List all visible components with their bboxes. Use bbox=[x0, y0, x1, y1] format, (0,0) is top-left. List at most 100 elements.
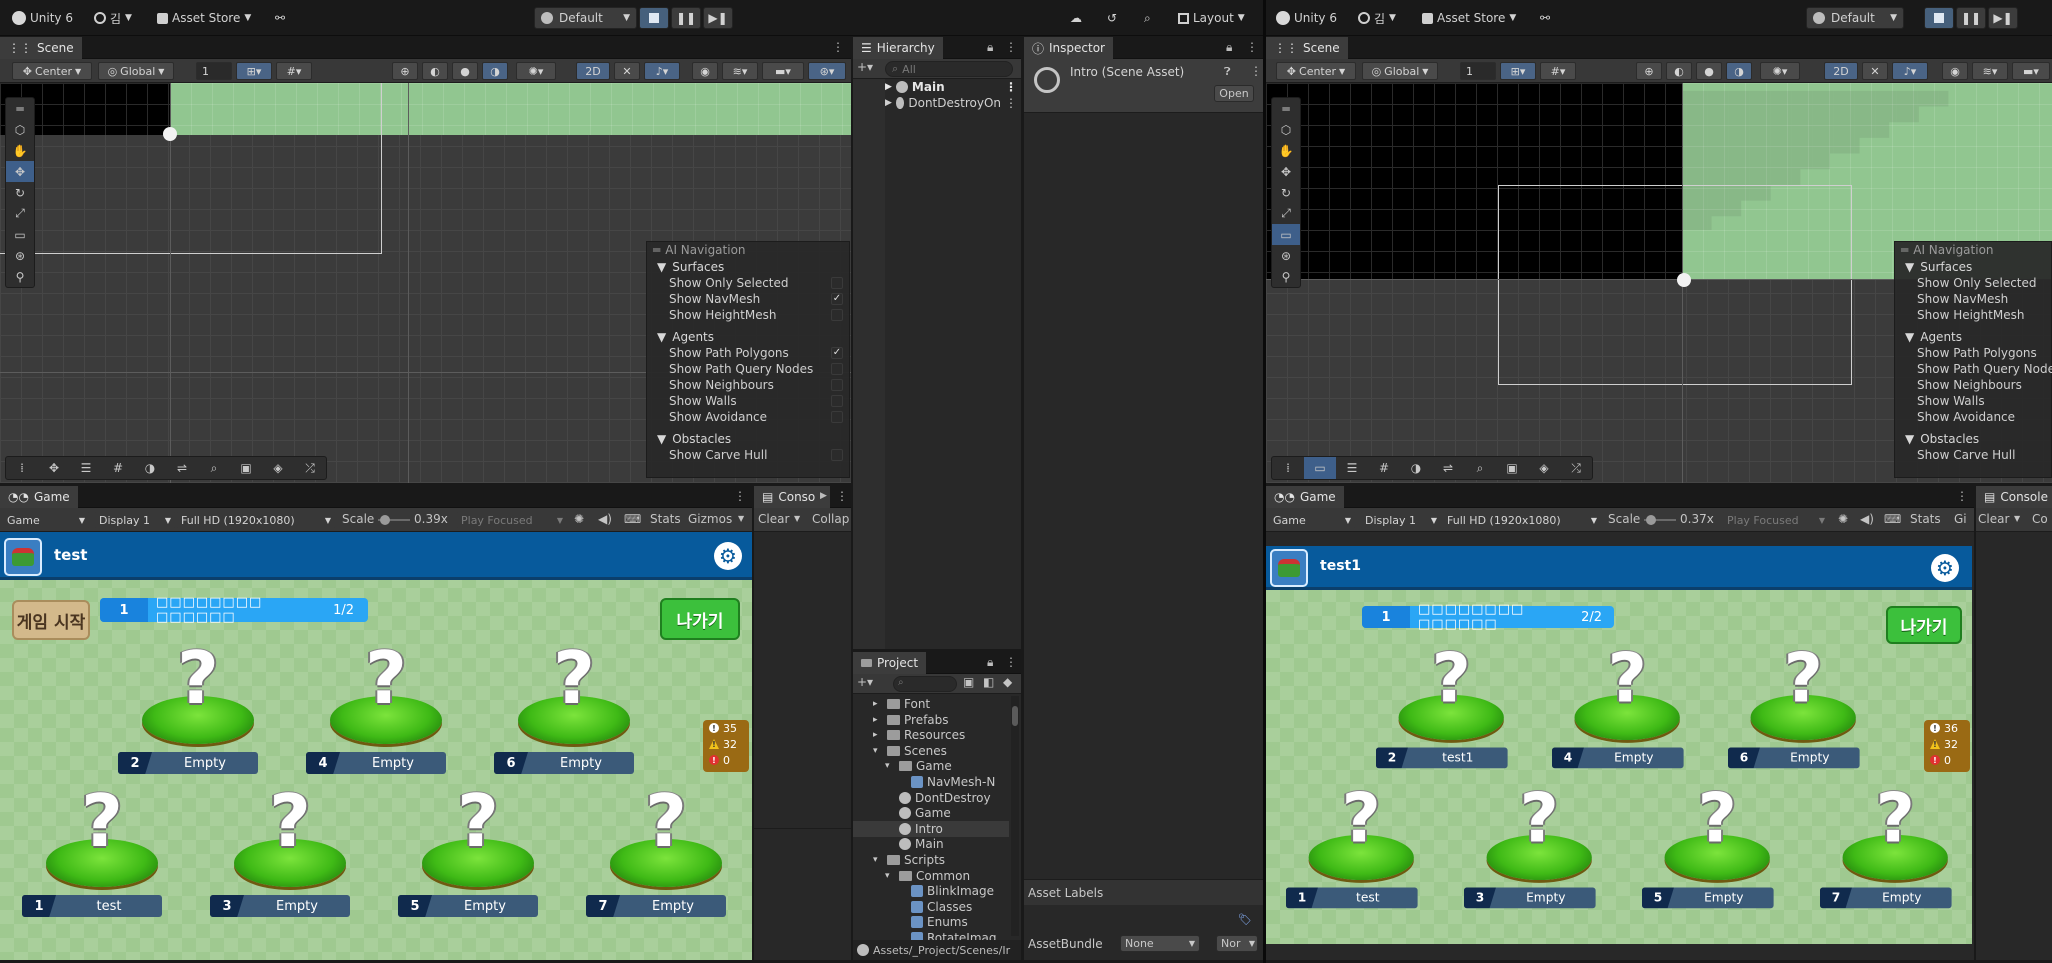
checkbox[interactable] bbox=[831, 395, 843, 407]
drag-handle-icon[interactable]: ═ bbox=[6, 98, 34, 119]
stats-button[interactable]: Stats bbox=[1910, 512, 1941, 526]
checkbox[interactable] bbox=[831, 449, 843, 461]
scale-slider[interactable] bbox=[1644, 515, 1676, 525]
kebab-menu-icon[interactable]: ⋮ bbox=[832, 40, 844, 54]
pivot-dropdown[interactable]: ✥ Center ▼ bbox=[1276, 62, 1356, 80]
hierarchy-item[interactable]: ▶ Main ⋮ bbox=[885, 79, 1021, 95]
slider-thumb[interactable] bbox=[380, 515, 390, 525]
lock-icon[interactable]: 🔒︎ bbox=[987, 40, 993, 55]
grid-toggle[interactable]: #▾ bbox=[276, 62, 312, 80]
resolution-dropdown[interactable]: Full HD (1920x1080) ▼ bbox=[1442, 511, 1602, 529]
project-item[interactable]: ▾ Game bbox=[853, 758, 1009, 774]
left-version-control-button[interactable]: ⚯ bbox=[275, 9, 285, 27]
project-item[interactable]: Enums bbox=[853, 914, 1009, 930]
player-slot[interactable]: ? 2 Empty bbox=[118, 638, 258, 774]
collapse-button[interactable]: Co bbox=[2032, 512, 2048, 526]
wire-button[interactable]: ◑ bbox=[1726, 62, 1752, 80]
player-slot[interactable]: ? 4 Empty bbox=[306, 638, 446, 774]
row-show-path-polygons[interactable]: Show Path Polygons ✓ bbox=[647, 345, 849, 361]
right-account-button[interactable]: Unity 6 bbox=[1276, 9, 1337, 27]
project-item[interactable]: DontDestroy bbox=[853, 790, 1009, 806]
step-button[interactable]: ▶❚ bbox=[1988, 7, 2018, 29]
row-show-only-selected[interactable]: Show Only Selected bbox=[647, 275, 849, 291]
snap-toggle[interactable]: ⊞▾ bbox=[236, 62, 272, 80]
ai-nav-header[interactable]: ═ AI Navigation bbox=[1895, 242, 2051, 258]
view-cube-icon[interactable]: ⬡ bbox=[1272, 119, 1300, 140]
grid-overlay-icon[interactable]: # bbox=[102, 457, 134, 479]
nav-overlay-icon[interactable]: ⇌ bbox=[166, 457, 198, 479]
drag-handle-icon[interactable]: ⁞ bbox=[1272, 457, 1304, 479]
effects-button[interactable]: ✺▾ bbox=[1760, 62, 1800, 80]
tab-scene[interactable]: ⋮⋮ Scene bbox=[1266, 37, 1348, 59]
mute-icon[interactable]: ✺ bbox=[574, 512, 584, 526]
rect-tool-icon[interactable]: ▭ bbox=[1272, 224, 1300, 245]
grid-overlay-icon[interactable]: # bbox=[1368, 457, 1400, 479]
keyboard-icon[interactable]: ⌨ bbox=[624, 512, 641, 526]
kebab-menu-icon[interactable]: ⋮ bbox=[1005, 40, 1017, 54]
gizmos-button[interactable]: Gizmos bbox=[688, 512, 732, 526]
kebab-menu-icon[interactable]: ⋮ bbox=[1005, 96, 1017, 110]
kebab-menu-icon[interactable]: ⋮ bbox=[1246, 40, 1258, 54]
left-asset-store-button[interactable]: Asset Store ▼ bbox=[157, 9, 251, 27]
tab-console[interactable]: ▤ Conso bbox=[754, 486, 830, 508]
row-show-path-query-nodes[interactable]: Show Path Query Nodes bbox=[1895, 361, 2052, 377]
scale-slider[interactable] bbox=[378, 515, 410, 525]
space-dropdown[interactable]: ◎ Global ▼ bbox=[98, 62, 174, 80]
camera-overlay-icon[interactable]: ▣ bbox=[230, 457, 262, 479]
rotate-tool-icon[interactable]: ↻ bbox=[6, 182, 34, 203]
project-scrollbar[interactable] bbox=[1011, 696, 1019, 936]
player-slot[interactable]: ? 1 test bbox=[22, 781, 162, 917]
player-slot[interactable]: ? 3 Empty bbox=[210, 781, 350, 917]
project-item[interactable]: ▾ Scenes bbox=[853, 743, 1009, 759]
mute-icon[interactable]: ✺ bbox=[1838, 512, 1848, 526]
gizmos-dropdown[interactable]: ⊛▾ bbox=[808, 62, 846, 80]
chevron-right-icon[interactable]: ▶ bbox=[820, 491, 827, 501]
view-cube-icon[interactable]: ⬡ bbox=[6, 119, 34, 140]
compass-icon[interactable]: ◈ bbox=[262, 457, 294, 479]
audio-toggle[interactable]: ♪▾ bbox=[1892, 62, 1928, 80]
shading-button[interactable]: ◐ bbox=[422, 62, 448, 80]
lock-icon[interactable]: 🔒︎ bbox=[1226, 40, 1232, 55]
exit-button[interactable]: 나가기 bbox=[1886, 606, 1962, 644]
rect-tool-icon[interactable]: ▭ bbox=[6, 224, 34, 245]
play-button[interactable] bbox=[1924, 7, 1954, 29]
checkbox[interactable] bbox=[831, 277, 843, 289]
tab-game[interactable]: ◔◔ Game bbox=[1266, 486, 1344, 508]
player-slot[interactable]: ? 1 test bbox=[1286, 780, 1418, 909]
display-dropdown[interactable]: Display 1 ▼ bbox=[94, 511, 176, 529]
mode-2d-toggle[interactable]: 2D bbox=[576, 62, 610, 80]
expand-arrow-icon[interactable]: ▾ bbox=[873, 746, 883, 756]
expand-arrow-icon[interactable]: ▾ bbox=[885, 871, 895, 881]
compass-icon[interactable]: ◈ bbox=[1528, 457, 1560, 479]
player-slot[interactable]: ? 7 Empty bbox=[586, 781, 726, 917]
hand-tool-icon[interactable]: ✋ bbox=[6, 140, 34, 161]
kebab-menu-icon[interactable]: ⋮ bbox=[1956, 489, 1968, 503]
nav-overlay-icon[interactable]: ⇌ bbox=[1432, 457, 1464, 479]
right-asset-store-button[interactable]: Asset Store ▼ bbox=[1422, 9, 1516, 27]
expand-arrow-icon[interactable]: ▶ bbox=[885, 98, 892, 108]
grid-toggle[interactable]: #▾ bbox=[1540, 62, 1576, 80]
project-item[interactable]: ▾ Scripts bbox=[853, 852, 1009, 868]
left-user-dropdown[interactable]: 김 ▼ bbox=[94, 9, 132, 27]
section-obstacles[interactable]: ▼ Obstacles bbox=[647, 430, 849, 447]
avatar[interactable] bbox=[4, 538, 42, 576]
tab-console[interactable]: ▤ Console bbox=[1976, 486, 2052, 508]
right-user-dropdown[interactable]: 김 ▼ bbox=[1358, 9, 1396, 27]
effects-button[interactable]: ✺▾ bbox=[516, 62, 556, 80]
audio-icon[interactable]: ◀) bbox=[598, 512, 612, 526]
debug-counter[interactable]: ! 36 ! 32 ! 0 bbox=[1924, 720, 1970, 772]
section-obstacles[interactable]: ▼ Obstacles bbox=[1895, 430, 2051, 447]
checkbox[interactable] bbox=[831, 411, 843, 423]
scene-viewport[interactable]: ═ ⬡ ✋ ✥ ↻ ⤢ ▭ ⊛ ⚲ ⁞ ✥ ☰ # ◑ ⇌ ⌕ ▣ ◈ ⤮ ═ … bbox=[0, 83, 851, 483]
drag-handle-icon[interactable]: ⁞ bbox=[6, 457, 38, 479]
mode-2d-toggle[interactable]: 2D bbox=[1824, 62, 1858, 80]
play-focused-dropdown[interactable]: Play Focused ▼ bbox=[1722, 511, 1830, 529]
view-dropdown[interactable]: Game ▼ bbox=[1268, 511, 1356, 529]
hierarchy-item[interactable]: ▶ DontDestroyOn ⋮ bbox=[885, 95, 1021, 111]
player-slot[interactable]: ? 4 Empty bbox=[1552, 640, 1684, 769]
kebab-menu-icon[interactable]: ⋮ bbox=[734, 489, 746, 503]
audio-toggle[interactable]: ♪▾ bbox=[644, 62, 680, 80]
checkbox-checked[interactable]: ✓ bbox=[831, 347, 843, 359]
shading-button[interactable]: ◐ bbox=[1666, 62, 1692, 80]
row-show-navmesh[interactable]: Show NavMesh ✓ bbox=[647, 291, 849, 307]
